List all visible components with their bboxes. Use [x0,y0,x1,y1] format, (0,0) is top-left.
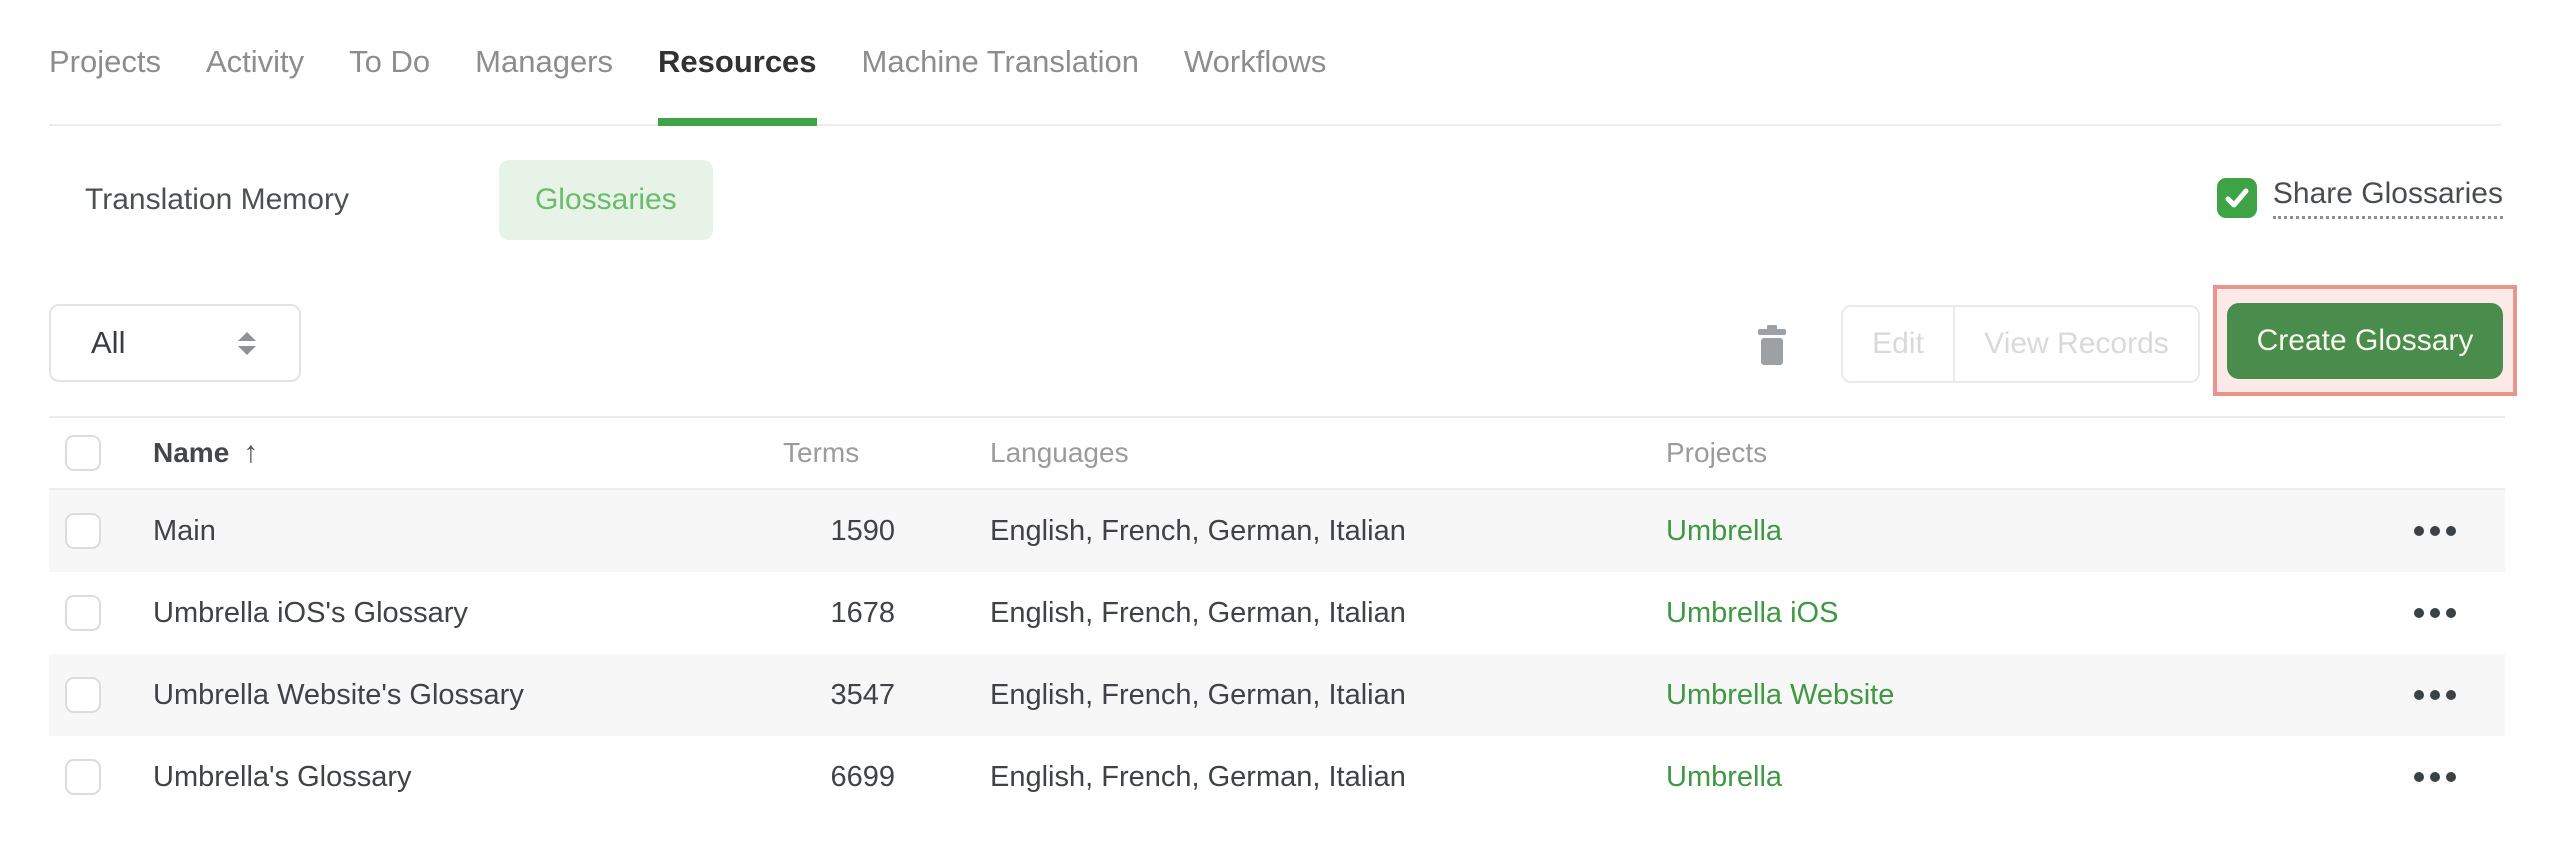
row-menu-icon[interactable] [2406,682,2464,708]
row-checkbox[interactable] [65,513,101,549]
filter-selected-value: All [91,325,126,360]
terms-count: 6699 [830,760,895,793]
sort-ascending-icon: ↑ [243,436,259,469]
tab-projects[interactable]: Projects [49,0,161,124]
tab-todo[interactable]: To Do [349,0,430,124]
share-glossaries-checkbox[interactable] [2216,178,2257,218]
glossaries-table: Name ↑ Terms Languages Projects Main 159… [49,416,2505,818]
glossary-name: Umbrella Website's Glossary [153,678,524,711]
row-checkbox[interactable] [65,595,101,631]
table-row: Umbrella Website's Glossary 3547 English… [49,654,2505,736]
trash-icon [1758,325,1786,365]
tab-resources[interactable]: Resources [658,0,817,126]
column-header-terms: Terms [783,437,860,468]
tab-activity[interactable]: Activity [206,0,304,124]
tab-managers[interactable]: Managers [475,0,613,124]
share-glossaries-label[interactable]: Share Glossaries [2272,177,2503,219]
tab-machine-translation[interactable]: Machine Translation [862,0,1139,124]
column-header-languages: Languages [990,437,1129,468]
top-navigation: Projects Activity To Do Managers Resourc… [49,0,2501,126]
delete-glossary-button[interactable] [1756,325,1788,365]
glossary-actions-group: Edit View Records [1841,305,2200,383]
glossary-name: Umbrella's Glossary [153,760,412,793]
project-link[interactable]: Umbrella Website [1666,679,1894,712]
dropdown-sorter-icon [238,331,256,355]
view-records-button[interactable]: View Records [1955,307,2198,381]
glossary-filter-dropdown[interactable]: All [49,304,301,382]
project-link[interactable]: Umbrella iOS [1666,597,1838,630]
languages-list: English, French, German, Italian [990,678,1406,711]
row-menu-icon[interactable] [2406,600,2464,626]
glossary-name: Main [153,514,216,547]
terms-count: 3547 [830,678,895,711]
project-link[interactable]: Umbrella [1666,515,1782,548]
tab-workflows[interactable]: Workflows [1184,0,1326,124]
subtab-glossaries[interactable]: Glossaries [498,160,713,240]
table-header: Name ↑ Terms Languages Projects [49,418,2505,490]
check-icon [2225,188,2249,208]
share-glossaries-control: Share Glossaries [2216,177,2503,219]
languages-list: English, French, German, Italian [990,596,1406,629]
row-menu-icon[interactable] [2406,764,2464,790]
row-menu-icon[interactable] [2406,518,2464,544]
edit-button[interactable]: Edit [1843,307,1955,381]
select-all-checkbox[interactable] [65,435,101,471]
terms-count: 1590 [830,514,895,547]
column-header-name[interactable]: Name ↑ [153,436,258,470]
glossary-name: Umbrella iOS's Glossary [153,596,468,629]
table-row: Umbrella iOS's Glossary 1678 English, Fr… [49,572,2505,654]
create-glossary-highlight: Create Glossary [2213,285,2517,396]
create-glossary-button[interactable]: Create Glossary [2227,302,2503,379]
project-link[interactable]: Umbrella [1666,761,1782,794]
languages-list: English, French, German, Italian [990,514,1406,547]
table-row: Umbrella's Glossary 6699 English, French… [49,736,2505,818]
row-checkbox[interactable] [65,759,101,795]
column-header-projects: Projects [1666,437,1768,468]
terms-count: 1678 [830,596,895,629]
subtab-translation-memory[interactable]: Translation Memory [49,160,385,240]
row-checkbox[interactable] [65,677,101,713]
languages-list: English, French, German, Italian [990,760,1406,793]
resources-subtabs: Translation Memory Glossaries [49,160,713,240]
table-row: Main 1590 English, French, German, Itali… [49,490,2505,572]
